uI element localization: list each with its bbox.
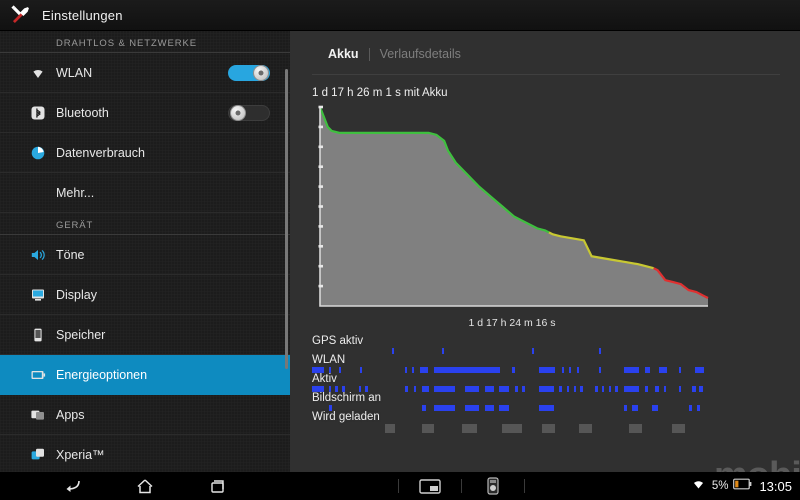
activity-row-label: GPS aktiv [312,335,364,347]
sidebar-group-header: DRAHTLOS & NETZWERKE [0,31,290,53]
toggle-bluetooth[interactable] [228,104,270,121]
sidebar-group-header: GERÄT [0,213,290,235]
activity-timeline: GPS aktiv WLAN Aktiv Bildschirm an Wird gela… [312,334,712,433]
sidebar-item-label: Bluetooth [56,105,109,120]
activity-segment [628,424,642,433]
sidebar-item-label: Xperia™ [56,447,105,462]
chart-y-tick [318,165,323,168]
nav-divider-3 [524,479,525,493]
chart-y-tick [318,205,323,208]
activity-row-label: WLAN [312,354,346,366]
tab-bar[interactable]: Akku Verlaufsdetails [318,47,471,61]
sidebar-item-display[interactable]: Display [0,275,290,315]
sidebar-item-bluetooth[interactable]: Bluetooth [0,93,290,133]
sidebar-item-label: WLAN [56,65,93,80]
sidebar-item-apps[interactable]: Apps [0,395,290,435]
activity-row-label: Bildschirm an [312,392,382,404]
battery-panel: Akku Verlaufsdetails 1 d 17 h 26 m 1 s m… [290,31,800,500]
sidebar-item-mehr[interactable]: Mehr... [0,173,290,213]
activity-segment [502,424,522,433]
toggle-knob [253,64,269,81]
sidebar-item-label: Apps [56,407,85,422]
toggle-knob [230,104,246,121]
activity-row-bildschirm-an: Bildschirm an [312,391,712,411]
toggle-wlan[interactable] [228,64,270,81]
activity-row-wird-geladen: Wird geladen [312,410,712,433]
recents-icon[interactable] [194,472,240,500]
activity-segment [578,424,592,433]
activity-row-aktiv: Aktiv [312,372,712,392]
sidebar-item-wlan[interactable]: WLAN [0,53,290,93]
chart-y-tick [318,225,323,228]
activity-segment [385,424,396,433]
back-icon[interactable] [50,472,96,500]
xperia-icon [30,447,46,463]
activity-segment [542,424,556,433]
sidebar-scrollbar[interactable] [285,69,288,369]
page-title: Einstellungen [42,7,123,23]
activity-row-label: Aktiv [312,373,337,385]
display-icon [30,287,46,303]
system-navigation-bar[interactable]: 5% 13:05 [0,472,800,500]
tab-underline [312,74,780,75]
status-icons[interactable]: 5% 13:05 [690,472,792,500]
sidebar-item-energieoptionen[interactable]: Energieoptionen [0,355,290,395]
sidebar-item-label: Speicher [56,327,106,342]
battery-duration-label: 1 d 17 h 26 m 1 s mit Akku [312,87,448,99]
activity-row-label: Wird geladen [312,411,380,423]
tab-verlaufsdetails[interactable]: Verlaufsdetails [370,47,471,61]
sidebar-item-label: Energieoptionen [56,367,148,382]
wifi-status-icon [690,477,707,495]
activity-segment [462,424,477,433]
media-icon[interactable] [470,472,516,500]
tab-akku[interactable]: Akku [318,47,369,61]
data-usage-icon [30,145,46,161]
chart-y-tick [318,284,323,288]
sidebar-item-datenverbrauch[interactable]: Datenverbrauch [0,133,290,173]
nav-divider-1 [398,479,399,493]
activity-row-gps-aktiv: GPS aktiv [312,334,712,354]
chart-area-fill [320,107,708,306]
speaker-icon [30,247,46,263]
activity-segment [672,424,686,433]
activity-segment [422,424,434,433]
storage-icon [30,327,46,343]
chart-y-tick [318,264,323,268]
sidebar-item-label: Display [56,287,97,302]
settings-sidebar[interactable]: DRAHTLOS & NETZWERKE WLAN Bluetooth Datenve… [0,31,290,472]
sidebar-item-xperia[interactable]: Xperia™ [0,435,290,472]
chart-x-axis-label: 1 d 17 h 24 m 16 s [468,317,556,329]
chart-y-tick [318,125,323,129]
battery-percent-label: 5% [711,480,729,492]
chart-y-tick [318,145,323,149]
bluetooth-icon [30,105,46,121]
sidebar-item-speicher[interactable]: Speicher [0,315,290,355]
sidebar-item-label: Töne [56,247,85,262]
tools-icon [8,2,34,28]
apps-icon [30,407,46,423]
clock-label: 13:05 [759,478,792,494]
action-bar: Einstellungen [0,0,800,31]
activity-row-wlan-activity: WLAN [312,353,712,373]
sidebar-item-toene[interactable]: Töne [0,235,290,275]
sidebar-item-label: Mehr... [56,185,95,200]
nav-divider-2 [461,479,462,493]
chart-y-tick [318,105,323,109]
battery-low-icon [733,477,752,495]
sidebar-item-label: Datenverbrauch [56,145,145,160]
chart-y-tick [318,245,323,248]
activity-strip [312,424,712,433]
tablet-screen: Einstellungen DRAHTLOS & NETZWERKE WLAN Bl… [0,0,800,500]
battery-history-chart[interactable] [312,105,712,316]
battery-icon [30,367,46,383]
chart-y-tick [318,185,323,188]
wifi-icon [30,65,46,81]
screenshot-icon[interactable] [407,472,453,500]
home-icon[interactable] [122,472,168,500]
